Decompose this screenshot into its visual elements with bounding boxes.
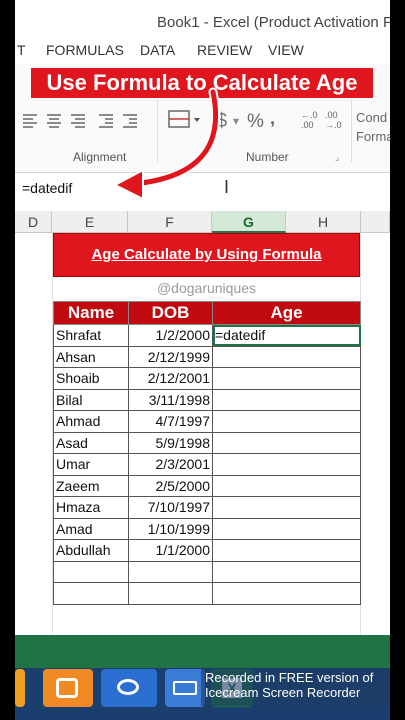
name-cell[interactable]: Zaeem: [53, 474, 129, 497]
name-cell[interactable]: Abdullah: [53, 539, 129, 562]
age-cell[interactable]: [212, 560, 361, 583]
dob-cell[interactable]: 4/7/1997: [128, 410, 213, 433]
table-row: Abdullah 1/1/2000: [53, 539, 361, 562]
name-cell[interactable]: Shrafat: [53, 324, 129, 347]
tab-partial[interactable]: T: [17, 42, 26, 58]
table-row: Bilal 3/11/1998: [53, 388, 361, 411]
table-row: Hmaza 7/10/1997: [53, 496, 361, 519]
dob-cell[interactable]: 1/1/2000: [128, 539, 213, 562]
dob-cell[interactable]: [128, 560, 213, 583]
age-cell[interactable]: [212, 453, 361, 476]
window-title: Book1 - Excel (Product Activation Faile: [157, 14, 390, 31]
name-cell[interactable]: Asad: [53, 431, 129, 454]
browser-icon[interactable]: [101, 669, 157, 707]
table-row: Asad 5/9/1998: [53, 431, 361, 454]
age-cell[interactable]: [212, 474, 361, 497]
table-row: [53, 582, 361, 605]
age-cell[interactable]: [212, 345, 361, 368]
age-cell[interactable]: [212, 388, 361, 411]
dob-cell[interactable]: 2/5/2000: [128, 474, 213, 497]
dob-cell[interactable]: 3/11/1998: [128, 388, 213, 411]
age-cell[interactable]: [212, 367, 361, 390]
dob-cell[interactable]: 1/2/2000: [128, 324, 213, 347]
dob-cell[interactable]: 7/10/1997: [128, 496, 213, 519]
table-row: [53, 560, 361, 583]
tab-formulas[interactable]: FORMULAS: [46, 42, 124, 58]
table-row: Shrafat 1/2/2000 =datedif: [53, 324, 361, 347]
header-dob[interactable]: DOB: [128, 301, 213, 325]
recorder-watermark: Recorded in FREE version of Icecream Scr…: [201, 668, 390, 706]
age-cell-active[interactable]: =datedif: [212, 324, 361, 347]
table-row: Zaeem 2/5/2000: [53, 474, 361, 497]
excel-window: Book1 - Excel (Product Activation Faile …: [15, 0, 390, 720]
column-header-h[interactable]: H: [286, 211, 361, 233]
age-cell[interactable]: [212, 410, 361, 433]
age-cell[interactable]: [212, 431, 361, 454]
name-cell[interactable]: [53, 582, 129, 605]
tab-data[interactable]: DATA: [140, 42, 175, 58]
table-row: Umar 2/3/2001: [53, 453, 361, 476]
keyboard-icon[interactable]: [165, 669, 205, 707]
name-cell[interactable]: Amad: [53, 517, 129, 540]
tab-view[interactable]: VIEW: [268, 42, 304, 58]
age-cell[interactable]: [212, 539, 361, 562]
age-table: Name DOB Age Shrafat 1/2/2000 =datedif Ahs…: [53, 301, 361, 605]
column-header-i[interactable]: [361, 211, 390, 233]
watermark-text: @dogaruniques: [156, 280, 257, 296]
tab-review[interactable]: REVIEW: [197, 42, 252, 58]
table-row: Ahmad 4/7/1997: [53, 410, 361, 433]
name-cell[interactable]: Ahmad: [53, 410, 129, 433]
table-row: Amad 1/10/1999: [53, 517, 361, 540]
age-cell[interactable]: [212, 582, 361, 605]
worksheet-grid[interactable]: Age Calculate by Using Formula @dogaruni…: [15, 233, 390, 635]
dob-cell[interactable]: 2/3/2001: [128, 453, 213, 476]
age-cell[interactable]: [212, 496, 361, 519]
dob-cell[interactable]: 2/12/2001: [128, 367, 213, 390]
column-header-f[interactable]: F: [128, 211, 212, 233]
header-name[interactable]: Name: [53, 301, 129, 325]
column-header-d[interactable]: D: [15, 211, 52, 233]
dob-cell[interactable]: [128, 582, 213, 605]
dob-cell[interactable]: 2/12/1999: [128, 345, 213, 368]
age-cell[interactable]: [212, 517, 361, 540]
curved-arrow-icon: [112, 87, 221, 201]
name-cell[interactable]: Umar: [53, 453, 129, 476]
name-cell[interactable]: [53, 560, 129, 583]
dob-cell[interactable]: 1/10/1999: [128, 517, 213, 540]
name-cell[interactable]: Shoaib: [53, 367, 129, 390]
column-header-g[interactable]: G: [212, 211, 286, 233]
dob-cell[interactable]: 5/9/1998: [128, 431, 213, 454]
column-header-e[interactable]: E: [52, 211, 128, 233]
name-cell[interactable]: Bilal: [53, 388, 129, 411]
name-cell[interactable]: Hmaza: [53, 496, 129, 519]
title-bar: Book1 - Excel (Product Activation Faile: [15, 0, 390, 38]
header-age[interactable]: Age: [212, 301, 361, 325]
app-icon-partial[interactable]: [15, 669, 25, 707]
screen-recorder-icon[interactable]: [43, 669, 93, 707]
table-row: Shoaib 2/12/2001: [53, 367, 361, 390]
table-row: Ahsan 2/12/1999: [53, 345, 361, 368]
sheet-title[interactable]: Age Calculate by Using Formula: [53, 233, 360, 277]
name-cell[interactable]: Ahsan: [53, 345, 129, 368]
excel-status-bar: [15, 635, 390, 668]
